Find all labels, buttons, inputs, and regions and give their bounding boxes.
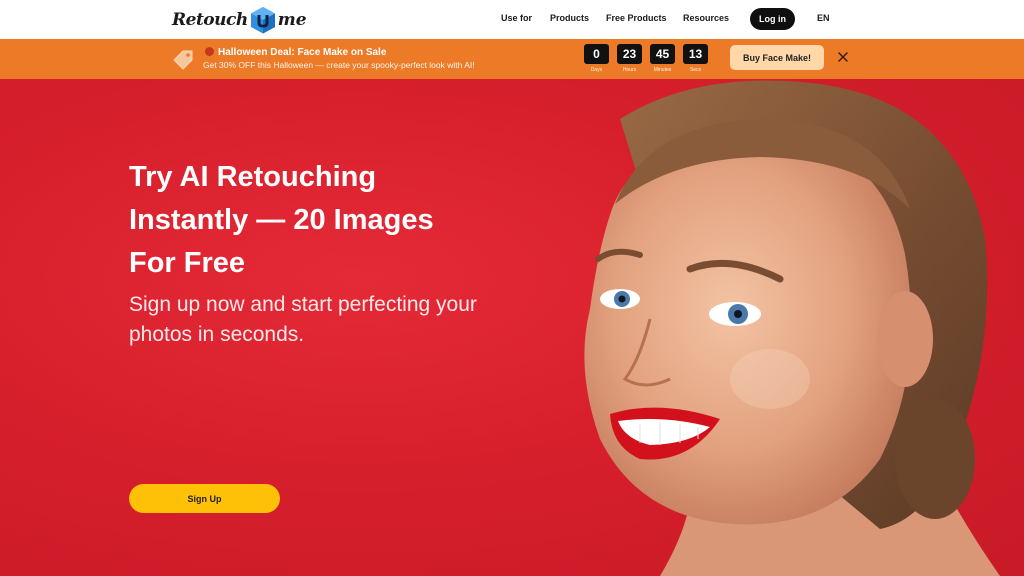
hero-subtitle-line-1: Sign up now and start perfecting your <box>129 293 477 316</box>
retouchme-logo[interactable]: Retouch me <box>172 5 307 35</box>
countdown-minutes: 45 <box>650 44 675 64</box>
hero-subtitle: Sign up now and start perfecting your ph… <box>129 290 529 350</box>
promo-title-text: Halloween Deal: Face Make on Sale <box>218 47 387 58</box>
countdown-hours-label: Hours <box>622 67 637 73</box>
countdown-days: 0 <box>584 44 609 64</box>
hero-section: Try AI Retouching Instantly — 20 Images … <box>0 79 1024 576</box>
hero-title: Try AI Retouching Instantly — 20 Images … <box>129 156 549 285</box>
logo-text-right: me <box>277 10 307 30</box>
nav-products[interactable]: Products <box>550 13 589 23</box>
pumpkin-icon <box>205 47 214 56</box>
countdown-secs: 13 <box>683 44 708 64</box>
countdown-secs-label: Secs <box>689 67 702 73</box>
promo-subtitle: Get 30% OFF this Halloween — create your… <box>203 60 475 70</box>
logo-cube-icon <box>250 7 275 34</box>
nav-resources[interactable]: Resources <box>683 13 729 23</box>
hero-title-line-1: Try AI Retouching <box>129 161 377 193</box>
hero-subtitle-line-2: photos in seconds. <box>129 323 305 346</box>
price-tag-icon <box>173 50 193 70</box>
nav-free-products[interactable]: Free Products <box>606 13 667 23</box>
countdown-minutes-label: Minutes <box>653 67 672 73</box>
close-icon[interactable] <box>836 50 850 64</box>
promo-banner: Halloween Deal: Face Make on Sale Get 30… <box>0 39 1024 79</box>
countdown-hours: 23 <box>617 44 642 64</box>
top-navigation: Retouch me Use for Products Free Product… <box>0 0 1024 39</box>
language-selector[interactable]: EN <box>817 13 830 23</box>
hero-title-line-2: Instantly — 20 Images <box>129 204 434 236</box>
sign-up-button[interactable]: Sign Up <box>129 484 280 513</box>
hero-title-line-3: For Free <box>129 247 246 279</box>
nav-use-for[interactable]: Use for <box>501 13 532 23</box>
countdown-days-label: Days <box>590 67 603 73</box>
promo-title: Halloween Deal: Face Make on Sale <box>205 47 386 58</box>
logo-text-left: Retouch <box>172 10 248 30</box>
buy-face-make-button[interactable]: Buy Face Make! <box>730 45 824 70</box>
login-button[interactable]: Log in <box>750 8 795 30</box>
